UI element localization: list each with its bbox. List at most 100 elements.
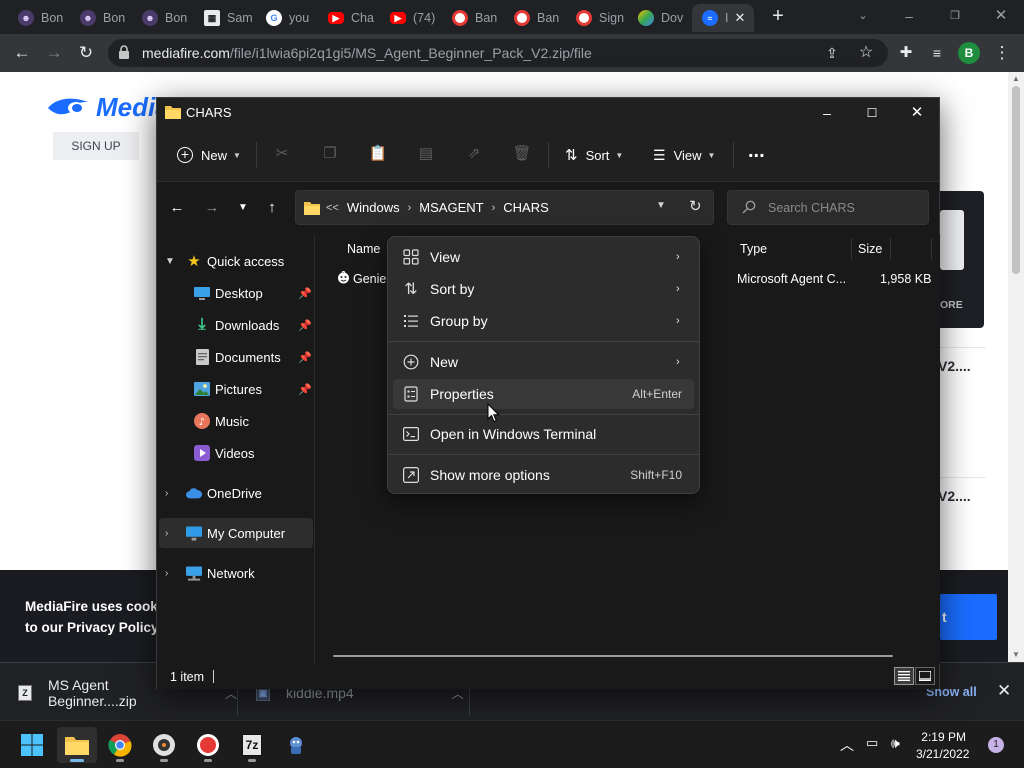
browser-tab[interactable]: Dov [628,4,688,32]
close-downloads-bar-icon[interactable]: ✕ [997,681,1011,701]
menu-item-properties[interactable]: Properties Alt+Enter [393,379,694,409]
refresh-icon[interactable]: ↻ [689,197,702,215]
nav-desktop[interactable]: Desktop 📌 [157,278,313,308]
cookie-accept-button[interactable]: t [940,594,997,640]
notification-badge[interactable]: 1 [988,737,1004,753]
browser-tab[interactable]: ☻ Bon [70,4,128,32]
nav-my-computer[interactable]: › My Computer [159,518,313,548]
browser-tab[interactable]: ▶ Cha [318,4,376,32]
breadcrumb-windows[interactable]: Windows [347,200,400,215]
browser-tab[interactable]: ▦ Sam [194,4,252,32]
column-divider[interactable] [851,238,852,260]
chevron-right-icon[interactable]: › [165,488,168,499]
view-button[interactable]: ☰ View ▼ [653,142,715,168]
up-icon[interactable]: ↑ [261,197,283,219]
extensions-icon[interactable]: ✚ [894,41,918,65]
scroll-down-icon[interactable]: ▼ [1012,650,1020,659]
menu-item-new[interactable]: New › [393,347,694,377]
column-header-type[interactable]: Type [740,234,767,264]
browser-tab[interactable]: Ban [442,4,500,32]
search-box[interactable]: Search CHARS [727,190,929,225]
details-view-icon[interactable] [894,667,914,685]
horizontal-scrollbar[interactable] [333,655,893,657]
pin-icon[interactable]: 📌 [298,351,312,364]
nav-network[interactable]: › Network [157,558,313,588]
show-hidden-icons-chevron-icon[interactable]: ︿ [840,735,854,755]
share-icon[interactable]: ⇗ [464,143,484,163]
delete-icon[interactable]: 🗑 [512,143,532,163]
browser-tab[interactable]: Sign [566,4,624,32]
taskbar-media-app[interactable] [144,727,184,763]
signup-button[interactable]: SIGN UP [53,132,139,160]
media-control-icon[interactable]: ≡ [925,41,949,65]
nav-videos[interactable]: Videos [157,438,313,468]
breadcrumb-overflow[interactable]: << [326,202,339,214]
column-header-size[interactable]: Size [858,234,882,264]
pin-icon[interactable]: 📌 [298,287,312,300]
page-scrollbar[interactable]: ▲ ▼ [1008,72,1024,662]
start-button[interactable] [12,727,52,763]
share-icon[interactable]: ⇪ [820,41,844,65]
nav-music[interactable]: ♪ Music [157,406,313,436]
chevron-right-icon[interactable]: › [165,528,168,539]
new-tab-button[interactable]: + [768,6,788,26]
browser-tab[interactable]: Ban [504,4,562,32]
nav-quick-access[interactable]: ▼ ★ Quick access [157,246,313,276]
address-bar[interactable]: mediafire.com/file/i1lwia6pi2q1gi5/MS_Ag… [108,39,888,67]
related-file-card[interactable]: V2.... [936,347,986,467]
browser-tab-active[interactable]: ≈ I ✕ [692,4,754,32]
taskbar-file-explorer[interactable] [57,727,97,763]
chrome-menu-icon[interactable]: ⋮ [990,41,1014,65]
breadcrumb-msagent[interactable]: MSAGENT [419,200,483,215]
column-divider[interactable] [931,238,932,260]
address-dropdown-icon[interactable]: ▼ [656,200,666,211]
menu-item-group-by[interactable]: Group by › [393,306,694,336]
menu-item-view[interactable]: View › [393,242,694,272]
forward-icon[interactable]: → [42,41,66,65]
recent-locations-chevron-icon[interactable]: ▼ [232,197,254,219]
restore-icon[interactable]: ❐ [937,4,973,28]
nav-documents[interactable]: Documents 📌 [157,342,313,372]
browser-tab[interactable]: ☻ Bon [132,4,190,32]
profile-avatar[interactable]: B [958,42,980,64]
taskbar-7zip[interactable]: 7z [232,727,272,763]
pin-icon[interactable]: 📌 [298,383,312,396]
forward-icon[interactable]: → [201,197,223,219]
minimize-icon[interactable]: – [891,4,927,28]
volume-icon[interactable]: 🕪 [891,735,900,752]
taskbar-agent-app[interactable] [276,727,316,763]
scroll-up-icon[interactable]: ▲ [1012,74,1020,83]
cut-icon[interactable]: ✂ [272,143,292,163]
chevron-right-icon[interactable]: › [408,202,412,214]
browser-tab[interactable]: ▶ (74) [380,4,438,32]
chevron-right-icon[interactable]: › [165,568,168,579]
nav-pictures[interactable]: Pictures 📌 [157,374,313,404]
chevron-right-icon[interactable]: › [492,202,496,214]
chevron-down-icon[interactable]: ▼ [165,256,175,267]
browser-tab[interactable]: Gyou [256,4,314,32]
rename-icon[interactable]: ▤ [416,143,436,163]
bookmark-star-icon[interactable]: ☆ [854,41,878,65]
close-window-icon[interactable]: ✕ [983,4,1019,28]
column-divider[interactable] [890,238,891,260]
maximize-icon[interactable]: ☐ [857,102,887,124]
system-clock[interactable]: 2:19 PM 3/21/2022 [916,729,969,763]
network-icon[interactable]: ▭ [866,735,878,751]
menu-item-sort-by[interactable]: ⇅ Sort by › [393,274,694,304]
pin-icon[interactable]: 📌 [298,319,312,332]
copy-icon[interactable]: ❐ [320,143,340,163]
sort-button[interactable]: ⇅ Sort ▼ [565,142,623,168]
more-options-button[interactable]: ... [748,138,765,164]
menu-item-show-more-options[interactable]: Show more options Shift+F10 [393,460,694,490]
tab-search-icon[interactable]: ⌄ [845,4,881,28]
paste-icon[interactable]: 📋 [368,143,388,163]
explorer-address-box[interactable]: << Windows › MSAGENT › CHARS ▼ ↻ [295,190,714,225]
close-window-icon[interactable]: ✕ [902,102,932,124]
menu-item-open-terminal[interactable]: Open in Windows Terminal [393,419,694,449]
taskbar-recorder[interactable] [188,727,228,763]
learn-more-button[interactable]: ORE [940,299,963,311]
scrollbar-thumb[interactable] [1012,86,1020,274]
browser-tab[interactable]: ☻ Bon [8,4,66,32]
back-icon[interactable]: ← [10,41,34,65]
column-header-name[interactable]: Name [347,234,380,264]
